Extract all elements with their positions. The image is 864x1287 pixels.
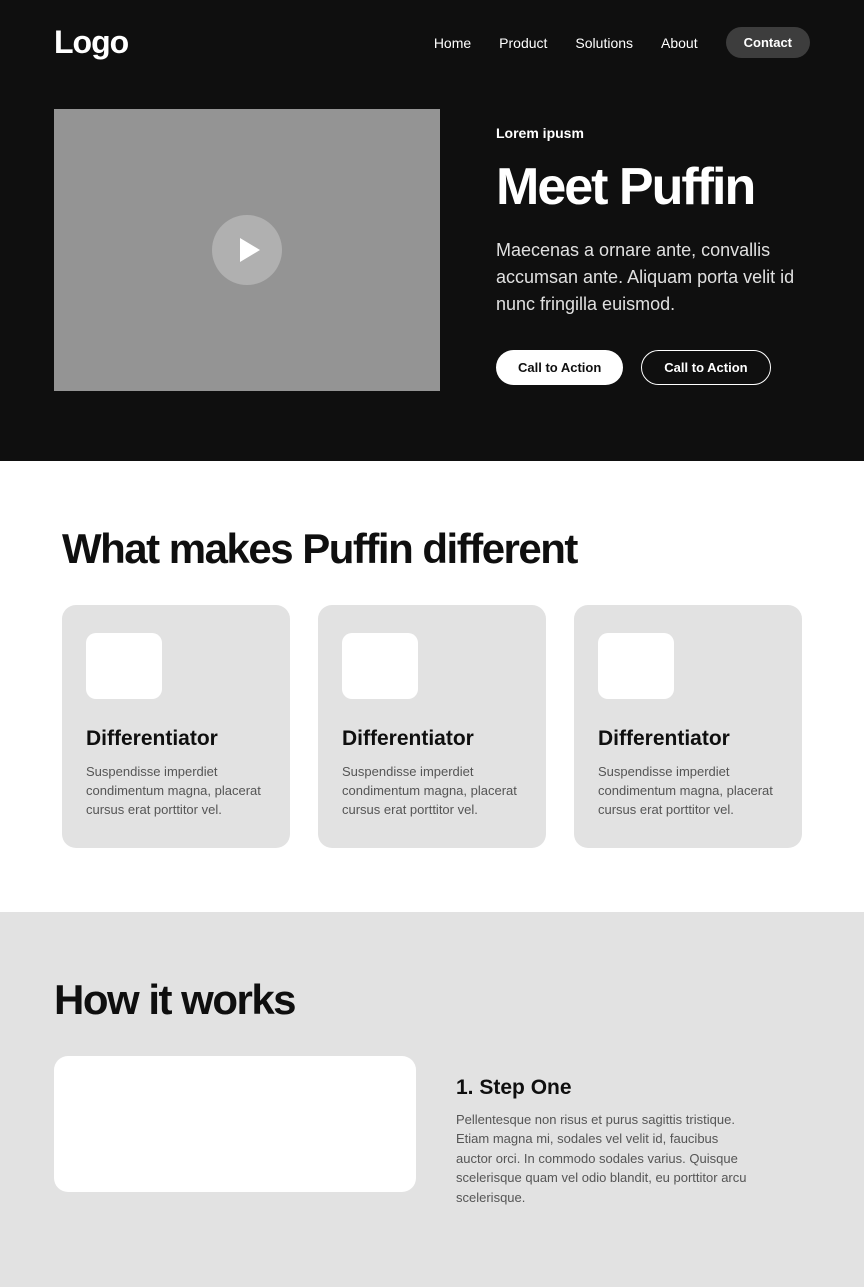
differentiators-section: What makes Puffin different Differentiat…: [0, 461, 864, 912]
cta-primary-button[interactable]: Call to Action: [496, 350, 623, 385]
nav-link-product[interactable]: Product: [499, 35, 547, 51]
top-nav: Logo Home Product Solutions About Contac…: [54, 24, 810, 61]
card-description: Suspendisse imperdiet condimentum magna,…: [598, 763, 778, 820]
diff-card: Differentiator Suspendisse imperdiet con…: [318, 605, 546, 848]
nav-link-home[interactable]: Home: [434, 35, 471, 51]
cta-secondary-button[interactable]: Call to Action: [641, 350, 770, 385]
hero-content: Lorem ipusm Meet Puffin Maecenas a ornar…: [54, 109, 810, 391]
card-title: Differentiator: [598, 727, 778, 751]
card-image-placeholder: [342, 633, 418, 699]
hero-text: Lorem ipusm Meet Puffin Maecenas a ornar…: [496, 109, 810, 385]
nav-link-solutions[interactable]: Solutions: [575, 35, 633, 51]
how-section-title: How it works: [54, 976, 810, 1024]
step-one: 1. Step One Pellentesque non risus et pu…: [54, 1056, 810, 1208]
hero-eyebrow: Lorem ipusm: [496, 125, 810, 141]
hero-section: Logo Home Product Solutions About Contac…: [0, 0, 864, 461]
step-image-placeholder: [54, 1056, 416, 1192]
hero-description: Maecenas a ornare ante, convallis accums…: [496, 237, 806, 318]
logo[interactable]: Logo: [54, 24, 128, 61]
nav-link-about[interactable]: About: [661, 35, 698, 51]
cta-row: Call to Action Call to Action: [496, 350, 810, 385]
video-placeholder[interactable]: [54, 109, 440, 391]
step-text: 1. Step One Pellentesque non risus et pu…: [456, 1056, 756, 1208]
card-title: Differentiator: [86, 727, 266, 751]
diff-card: Differentiator Suspendisse imperdiet con…: [574, 605, 802, 848]
step-title: 1. Step One: [456, 1076, 756, 1100]
nav-links: Home Product Solutions About Contact: [434, 27, 810, 58]
play-button: [212, 215, 282, 285]
card-title: Differentiator: [342, 727, 522, 751]
diff-card: Differentiator Suspendisse imperdiet con…: [62, 605, 290, 848]
card-description: Suspendisse imperdiet condimentum magna,…: [86, 763, 266, 820]
step-description: Pellentesque non risus et purus sagittis…: [456, 1110, 756, 1208]
hero-title: Meet Puffin: [496, 157, 810, 217]
how-it-works-section: How it works 1. Step One Pellentesque no…: [0, 912, 864, 1287]
contact-button[interactable]: Contact: [726, 27, 810, 58]
card-image-placeholder: [598, 633, 674, 699]
diff-cards: Differentiator Suspendisse imperdiet con…: [62, 605, 802, 848]
card-image-placeholder: [86, 633, 162, 699]
card-description: Suspendisse imperdiet condimentum magna,…: [342, 763, 522, 820]
play-icon: [240, 238, 260, 262]
diff-section-title: What makes Puffin different: [62, 525, 802, 573]
